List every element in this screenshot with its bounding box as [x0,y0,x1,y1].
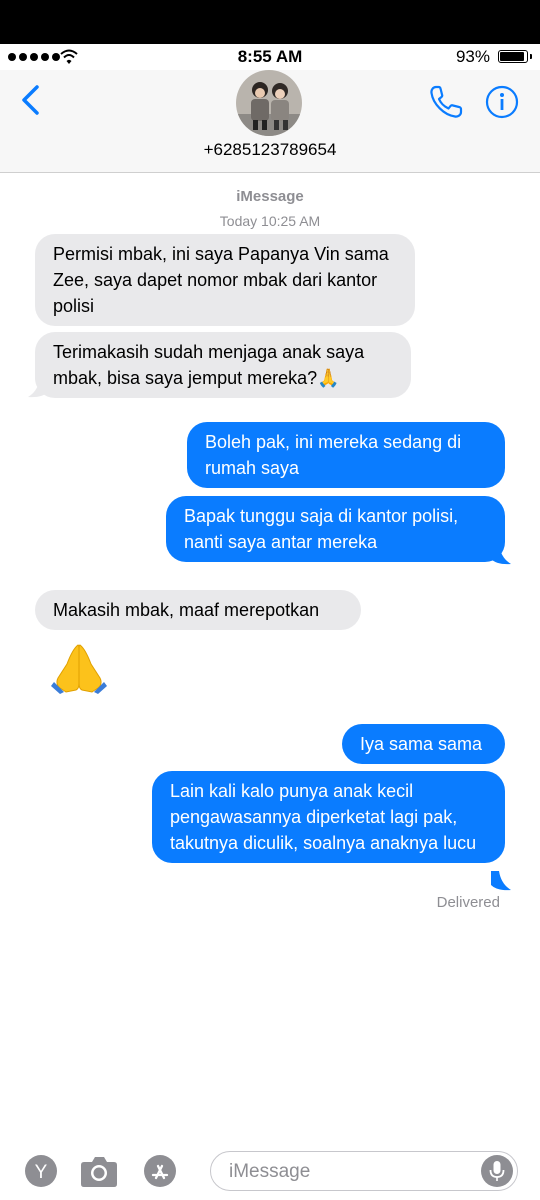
microphone-icon[interactable] [481,1155,513,1187]
outgoing-message[interactable]: Bapak tunggu saja di kantor polisi, nant… [166,496,505,562]
device-top-bezel [0,0,540,44]
status-bar: 8:55 AM 93% [0,44,540,70]
incoming-bubble-tail [28,378,48,398]
info-icon[interactable] [485,85,519,119]
emoji-message[interactable] [50,642,108,699]
outgoing-message[interactable]: Iya sama sama [342,724,505,764]
outgoing-message[interactable]: Lain kali kalo punya anak kecil pengawas… [152,771,505,863]
yandex-app-icon[interactable]: Y [24,1154,58,1188]
service-label: iMessage [236,188,304,205]
back-chevron-icon[interactable] [18,84,48,116]
incoming-message[interactable]: Makasih mbak, maaf merepotkan [35,590,361,630]
message-input-placeholder: iMessage [229,1161,311,1182]
phone-call-icon[interactable] [428,84,464,120]
contact-avatar[interactable] [236,70,302,136]
outgoing-message[interactable]: Boleh pak, ini mereka sedang di rumah sa… [187,422,505,488]
delivery-status: Delivered [436,894,500,911]
contact-number: +6285123789654 [203,140,337,159]
app-store-icon[interactable] [143,1154,177,1188]
battery-icon [498,50,532,63]
camera-icon[interactable] [80,1154,118,1188]
thread-timestamp: Today 10:25 AM [219,213,321,229]
message-composer-bar: Y iMessage [0,1140,540,1200]
battery-percentage: 93% [455,47,490,66]
outgoing-bubble-tail [491,871,511,891]
conversation-header: +6285123789654 [0,70,540,173]
message-input[interactable]: iMessage [210,1151,518,1191]
incoming-message[interactable]: Permisi mbak, ini saya Papanya Vin sama … [35,234,415,326]
svg-text:Y: Y [35,1162,48,1183]
incoming-message[interactable]: Terimakasih sudah menjaga anak saya mbak… [35,332,411,398]
folded-hands-icon [51,644,107,694]
outgoing-bubble-tail [491,545,511,565]
